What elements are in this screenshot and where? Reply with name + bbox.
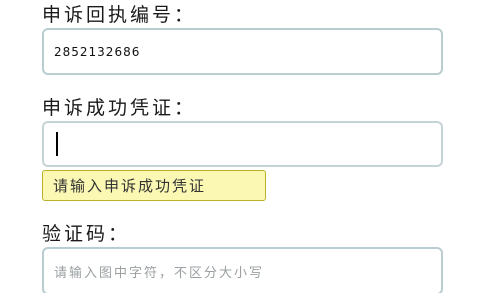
- receipt-number-value: 2852132686: [54, 44, 141, 59]
- appeal-proof-hint-tooltip: 请输入申诉成功凭证: [42, 170, 266, 201]
- captcha-label: 验证码：: [42, 223, 131, 245]
- appeal-form: 申诉回执编号： 2852132686 申诉成功凭证： 请输入申诉成功凭证 验证码…: [0, 0, 500, 293]
- text-cursor: [56, 132, 58, 156]
- captcha-input[interactable]: 请输入图中字符，不区分大小写: [42, 247, 443, 293]
- receipt-number-input[interactable]: 2852132686: [42, 28, 443, 75]
- captcha-placeholder: 请输入图中字符，不区分大小写: [54, 265, 265, 281]
- receipt-number-label: 申诉回执编号：: [42, 4, 197, 26]
- appeal-proof-input[interactable]: [42, 121, 443, 167]
- appeal-proof-label: 申诉成功凭证：: [42, 97, 197, 119]
